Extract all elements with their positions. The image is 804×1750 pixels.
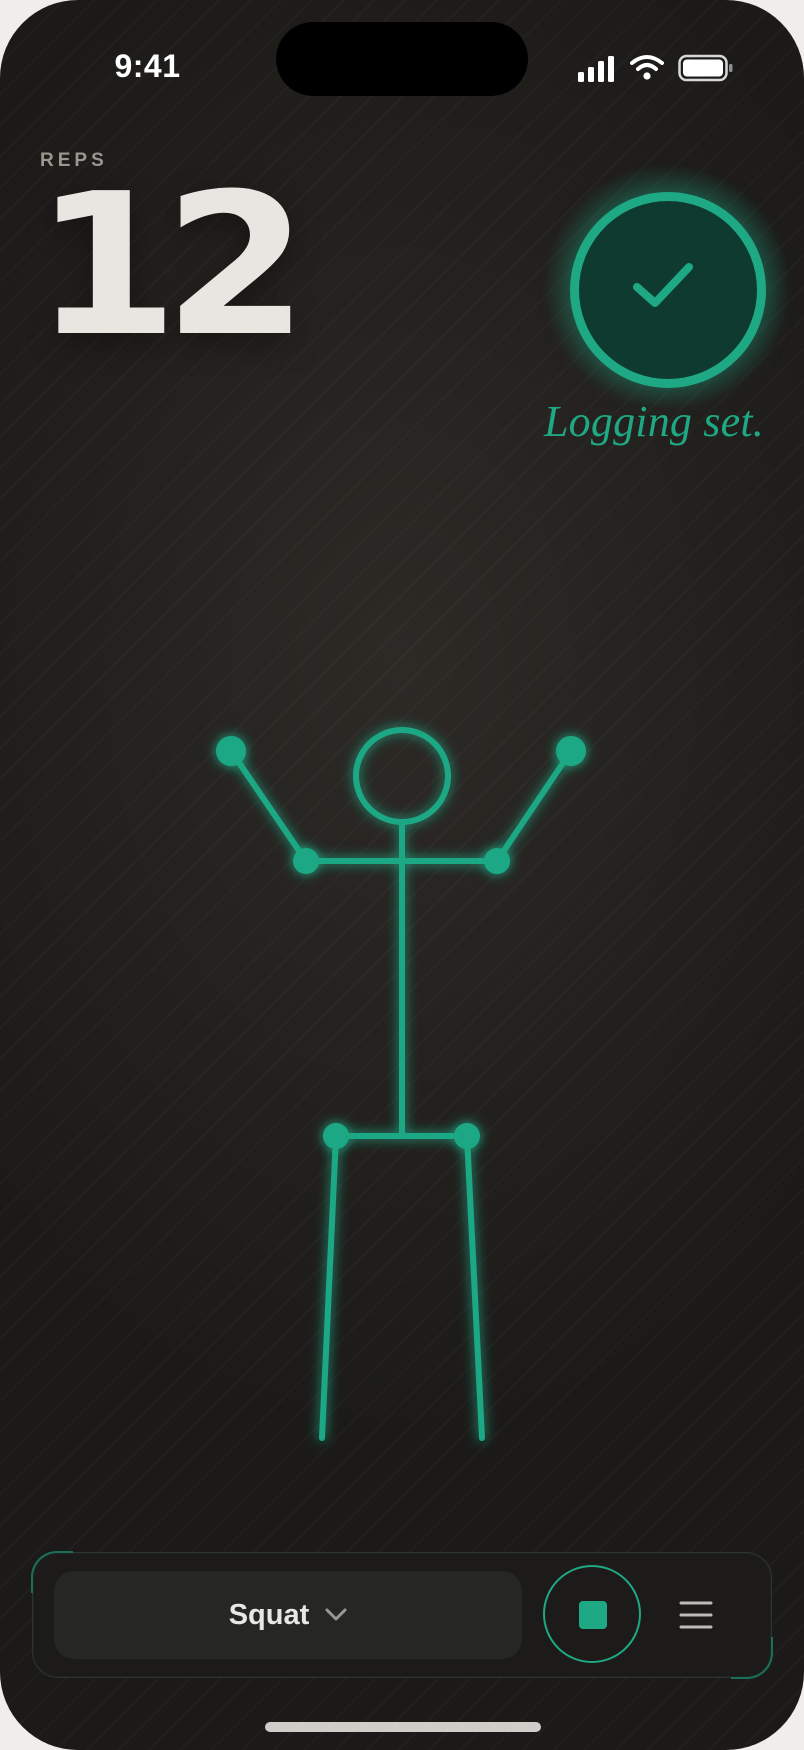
home-indicator[interactable] bbox=[265, 1722, 541, 1732]
check-ring bbox=[570, 192, 766, 388]
signal-icon bbox=[578, 56, 614, 82]
joint-left-hand bbox=[216, 736, 246, 766]
stop-icon bbox=[579, 1601, 607, 1629]
skeleton-left-leg bbox=[319, 1133, 339, 1441]
joint-left-hip bbox=[323, 1123, 349, 1149]
exercise-name: Squat bbox=[228, 1598, 310, 1631]
skeleton-right-arm bbox=[494, 748, 574, 864]
status-bar: 9:41 bbox=[0, 0, 804, 120]
stop-button[interactable] bbox=[543, 1565, 641, 1663]
joint-right-shoulder bbox=[484, 848, 510, 874]
wifi-icon bbox=[630, 55, 664, 80]
joint-right-hand bbox=[556, 736, 586, 766]
joint-left-shoulder bbox=[293, 848, 319, 874]
skeleton-head bbox=[353, 727, 451, 825]
skeleton-right-leg bbox=[464, 1133, 485, 1441]
phone-screen: 9:41 REPS 12 Logging set. Squat bbox=[0, 0, 804, 1750]
reps-count: 12 bbox=[34, 152, 308, 380]
logging-status: Logging set. bbox=[544, 397, 764, 446]
exercise-selector[interactable]: Squat bbox=[54, 1571, 522, 1659]
battery-icon bbox=[678, 54, 733, 82]
bottom-control-bar: Squat bbox=[31, 1551, 773, 1679]
menu-icon[interactable] bbox=[677, 1595, 717, 1635]
set-complete-indicator bbox=[546, 166, 788, 408]
skeleton-left-arm bbox=[228, 748, 309, 864]
checkmark-icon bbox=[633, 263, 693, 307]
chevron-down-icon bbox=[325, 1608, 347, 1621]
joint-right-hip bbox=[454, 1123, 480, 1149]
dynamic-island bbox=[276, 22, 528, 96]
status-time: 9:41 bbox=[114, 48, 181, 84]
